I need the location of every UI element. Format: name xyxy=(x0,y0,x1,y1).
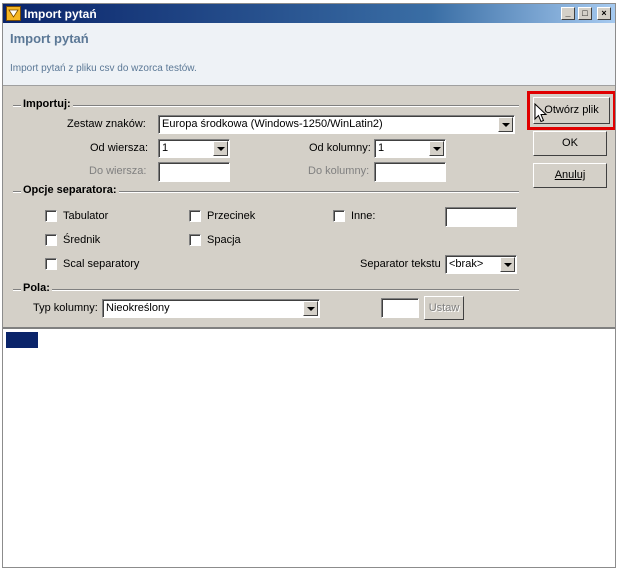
other-checkbox[interactable] xyxy=(333,210,345,222)
semicolon-checkbox[interactable] xyxy=(45,234,57,246)
column-type-label: Typ kolumny: xyxy=(33,302,98,314)
import-dialog: Import pytań _ □ × Import pytań Import p… xyxy=(2,3,616,568)
charset-value: Europa środkowa (Windows-1250/WinLatin2) xyxy=(162,118,383,130)
to-row-label: Do wiersza: xyxy=(89,165,147,177)
title-bar[interactable]: Import pytań _ □ × xyxy=(3,4,615,23)
to-row-input[interactable] xyxy=(158,162,230,182)
column-number-input[interactable] xyxy=(381,298,419,318)
comma-label: Przecinek xyxy=(207,210,256,222)
page-description: Import pytań z pliku csv do wzorca testó… xyxy=(10,63,197,74)
text-separator-label: Separator tekstu xyxy=(360,258,441,270)
app-icon xyxy=(6,6,21,21)
from-row-select[interactable]: 1 xyxy=(158,139,230,158)
fields-group-line xyxy=(13,289,519,291)
from-row-label: Od wiersza: xyxy=(90,142,149,154)
column-type-value: Nieokreślony xyxy=(106,302,170,314)
mouse-cursor-icon xyxy=(534,103,548,123)
tab-label: Tabulator xyxy=(63,210,109,222)
comma-checkbox[interactable] xyxy=(189,210,201,222)
window-title: Import pytań xyxy=(24,7,97,21)
merge-separators-label: Scal separatory xyxy=(63,258,140,270)
chevron-down-icon[interactable] xyxy=(213,141,228,156)
separator-group-label: Opcje separatora: xyxy=(21,184,119,196)
set-button-label: Ustaw xyxy=(428,302,460,314)
space-label: Spacja xyxy=(207,234,241,246)
minimize-button[interactable]: _ xyxy=(561,7,575,20)
cancel-button[interactable]: Anuluj xyxy=(533,163,607,188)
other-label: Inne: xyxy=(351,210,376,222)
from-col-select[interactable]: 1 xyxy=(374,139,446,158)
charset-select[interactable]: Europa środkowa (Windows-1250/WinLatin2) xyxy=(158,115,515,134)
to-col-input[interactable] xyxy=(374,162,446,182)
set-button[interactable]: Ustaw xyxy=(424,296,464,320)
selected-cell[interactable] xyxy=(6,332,38,348)
chevron-down-icon[interactable] xyxy=(429,141,444,156)
text-separator-select[interactable]: <brak> xyxy=(445,255,517,274)
charset-label: Zestaw znaków: xyxy=(67,118,146,130)
merge-separators-checkbox[interactable] xyxy=(45,258,57,270)
semicolon-label: Średnik xyxy=(63,234,101,246)
preview-grid[interactable] xyxy=(3,327,615,567)
other-separator-input[interactable] xyxy=(445,207,517,227)
import-group-label: Importuj: xyxy=(21,98,73,110)
column-type-select[interactable]: Nieokreślony xyxy=(102,299,320,318)
from-row-value: 1 xyxy=(162,142,169,154)
chevron-down-icon[interactable] xyxy=(303,301,318,316)
maximize-button[interactable]: □ xyxy=(578,7,592,20)
page-title: Import pytań xyxy=(10,31,89,46)
from-col-label: Od kolumny: xyxy=(309,142,371,154)
close-button[interactable]: × xyxy=(597,7,611,20)
ok-label: OK xyxy=(562,137,578,149)
tab-checkbox[interactable] xyxy=(45,210,57,222)
ok-button[interactable]: OK xyxy=(533,131,607,156)
from-col-value: 1 xyxy=(378,142,385,154)
import-group-line xyxy=(13,105,519,107)
chevron-down-icon[interactable] xyxy=(498,117,513,132)
dialog-header: Import pytań Import pytań z pliku csv do… xyxy=(3,23,615,86)
fields-group-label: Pola: xyxy=(21,282,52,294)
to-col-label: Do kolumny: xyxy=(308,165,370,177)
space-checkbox[interactable] xyxy=(189,234,201,246)
open-file-label: Otwórz plik xyxy=(544,104,599,116)
text-separator-value: <brak> xyxy=(449,258,484,270)
chevron-down-icon[interactable] xyxy=(500,257,515,272)
cancel-label: Anuluj xyxy=(554,169,586,181)
